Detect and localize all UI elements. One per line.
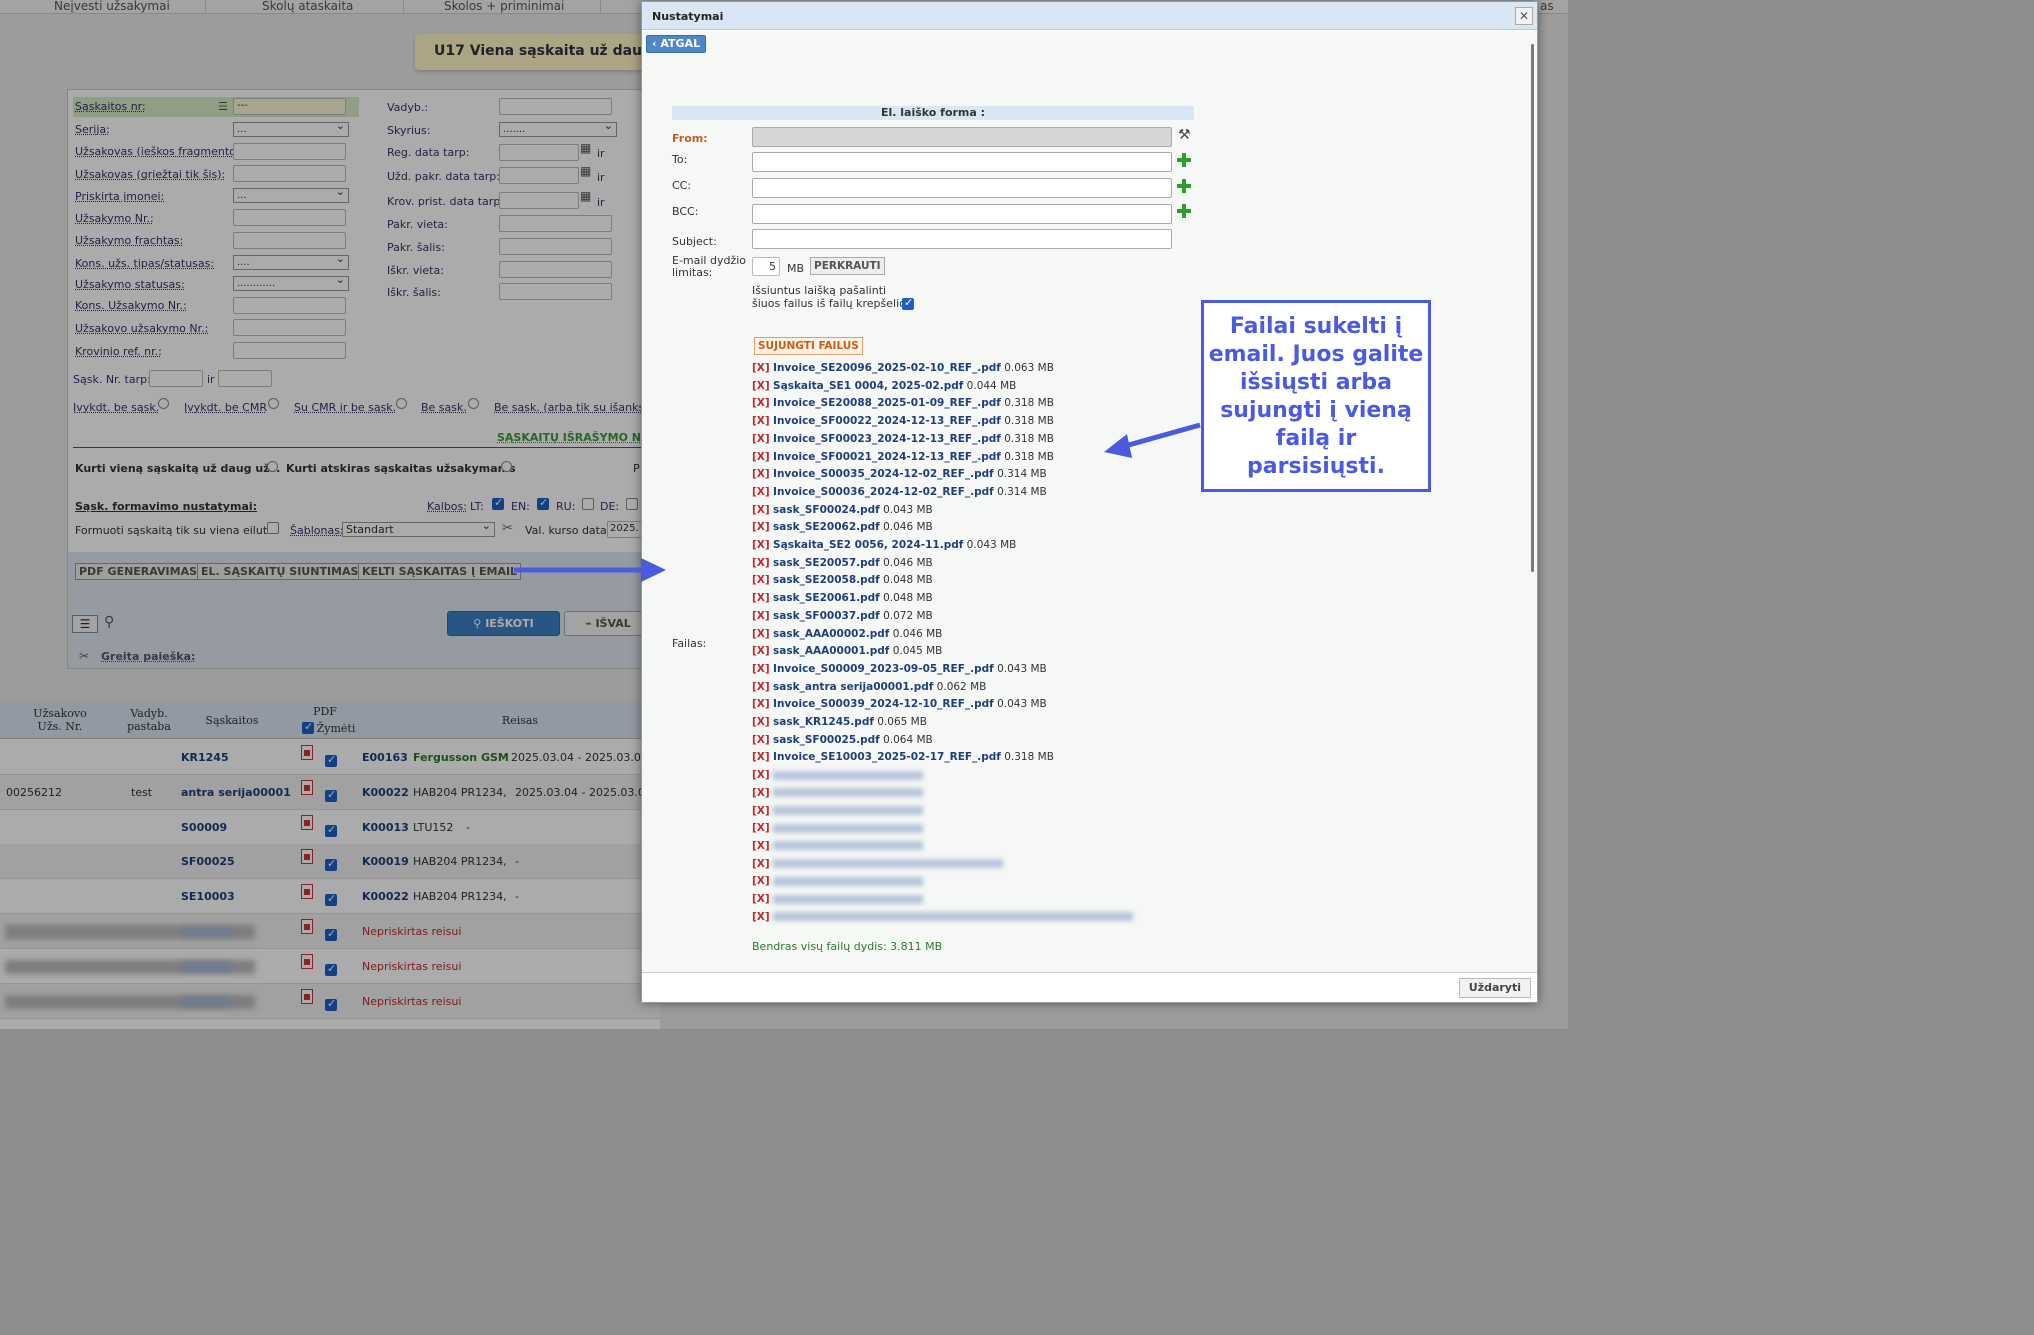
annotation-note: Failai sukelti į email. Juos galite išsi… <box>1201 300 1431 492</box>
annotation-arrows <box>514 422 1201 582</box>
arrow-to-files <box>1104 422 1201 458</box>
arrow-to-dialog <box>514 558 666 582</box>
